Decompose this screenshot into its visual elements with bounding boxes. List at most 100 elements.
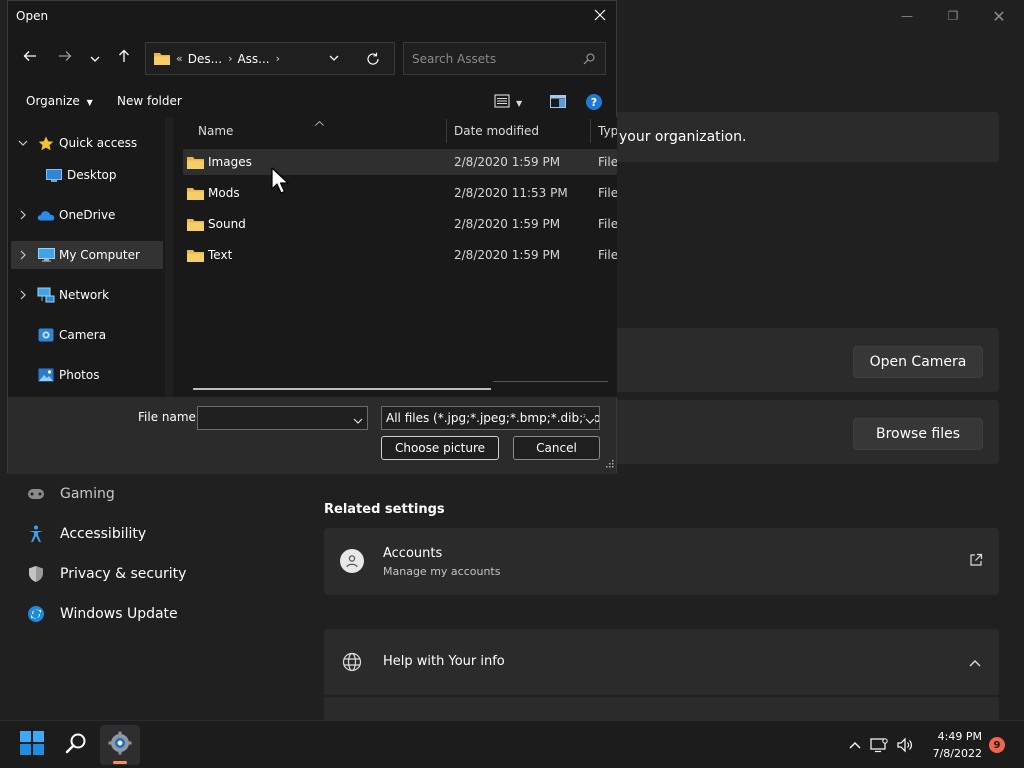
- chevron-right-icon[interactable]: ›: [228, 52, 232, 65]
- help-button[interactable]: ?: [586, 94, 602, 114]
- arrow-left-icon: [23, 50, 37, 66]
- accessibility-icon: [24, 522, 48, 546]
- volume-icon[interactable]: [892, 737, 918, 753]
- gamepad-icon: [24, 482, 48, 506]
- breadcrumb-overflow[interactable]: «: [176, 52, 183, 65]
- clock-time: 4:49 PM: [937, 730, 982, 743]
- chevron-right-icon[interactable]: [17, 209, 29, 221]
- column-separator[interactable]: [446, 119, 447, 143]
- forward-button[interactable]: [54, 47, 76, 69]
- folder-icon: [154, 52, 170, 65]
- chevron-down-icon[interactable]: [17, 137, 29, 149]
- accounts-card[interactable]: Accounts Manage my accounts: [324, 528, 999, 595]
- new-folder-button[interactable]: New folder: [117, 94, 182, 108]
- settings-app-button[interactable]: [100, 725, 140, 765]
- choose-picture-button[interactable]: Choose picture: [381, 436, 499, 460]
- search-input[interactable]: Search Assets: [403, 42, 606, 75]
- organization-banner: your organization.: [613, 112, 999, 162]
- notification-badge[interactable]: 9: [989, 737, 1005, 753]
- dialog-titlebar: Open: [8, 1, 616, 33]
- view-options-button[interactable]: ▼: [494, 94, 522, 112]
- horizontal-scrollbar-track[interactable]: [493, 381, 608, 382]
- arrow-up-icon: [118, 49, 130, 67]
- tree-item-quick-access[interactable]: Quick access: [8, 129, 163, 157]
- close-icon: [594, 9, 606, 25]
- file-name: Sound: [208, 217, 246, 231]
- tree-item-photos[interactable]: Photos: [8, 361, 163, 389]
- pane-splitter[interactable]: [165, 117, 173, 397]
- chevron-up-icon[interactable]: [844, 741, 866, 749]
- nav-item-privacy-security[interactable]: Privacy & security: [24, 556, 186, 592]
- column-header-label: Name: [198, 124, 234, 138]
- tree-item-my-computer[interactable]: My Computer: [11, 241, 163, 269]
- file-name: Mods: [208, 186, 240, 200]
- tree-item-label: OneDrive: [59, 208, 116, 222]
- nav-item-gaming[interactable]: Gaming: [24, 476, 115, 512]
- chevron-down-icon[interactable]: [585, 413, 595, 427]
- file-row-sound[interactable]: Sound 2/8/2020 1:59 PM File folder: [183, 211, 617, 237]
- open-camera-button[interactable]: Open Camera: [853, 346, 983, 378]
- chevron-right-icon[interactable]: ›: [276, 52, 280, 65]
- photos-icon: [37, 367, 55, 383]
- file-type: File folder: [598, 186, 617, 200]
- chevron-down-icon[interactable]: [353, 413, 363, 428]
- help-your-info-card[interactable]: Help with Your info: [324, 629, 999, 695]
- horizontal-scrollbar-thumb[interactable]: [193, 388, 491, 390]
- tree-item-camera[interactable]: Camera: [8, 321, 163, 349]
- cancel-button[interactable]: Cancel: [513, 436, 600, 460]
- tree-item-network[interactable]: Network: [8, 281, 163, 309]
- recent-locations-button[interactable]: [84, 47, 106, 69]
- tree-item-onedrive[interactable]: OneDrive: [8, 201, 163, 229]
- help-title: Help with Your info: [383, 654, 505, 669]
- cloud-icon: [37, 207, 55, 223]
- breadcrumb-item[interactable]: Ass...: [237, 52, 269, 66]
- breadcrumb-item[interactable]: Des...: [188, 52, 222, 66]
- clock[interactable]: 4:49 PM 7/8/2022: [933, 728, 982, 762]
- folder-icon: [187, 249, 204, 262]
- organize-button[interactable]: Organize ▼: [26, 94, 93, 108]
- column-header-date[interactable]: Date modified: [454, 117, 589, 145]
- chevron-up-icon[interactable]: [969, 656, 981, 671]
- dialog-footer: File name: All files (*.jpg;*.jpeg;*.bmp…: [8, 397, 616, 474]
- chevron-right-icon[interactable]: [17, 249, 29, 261]
- preview-pane-button[interactable]: [550, 95, 566, 112]
- dialog-close-button[interactable]: [588, 5, 612, 29]
- chevron-down-icon[interactable]: [329, 55, 339, 61]
- column-header-type[interactable]: Type: [598, 117, 617, 145]
- close-button[interactable]: ✕: [976, 0, 1022, 32]
- address-bar[interactable]: « Des... › Ass... ›: [145, 42, 395, 75]
- search-button[interactable]: [56, 725, 96, 765]
- preview-pane-icon: [550, 95, 566, 112]
- file-row-text[interactable]: Text 2/8/2020 1:59 PM File folder: [183, 242, 617, 268]
- browse-files-button[interactable]: Browse files: [853, 418, 983, 450]
- up-button[interactable]: [113, 47, 135, 69]
- file-type-filter-select[interactable]: All files (*.jpg;*.jpeg;*.bmp;*.dib;*.pn…: [381, 406, 600, 430]
- network-status-icon[interactable]: [866, 737, 892, 753]
- file-name-input[interactable]: [197, 406, 368, 430]
- search-icon: [583, 53, 595, 65]
- computer-icon: [37, 247, 55, 263]
- column-header-name[interactable]: Name: [198, 117, 438, 145]
- nav-item-accessibility[interactable]: Accessibility: [24, 516, 146, 552]
- file-date: 2/8/2020 1:59 PM: [454, 217, 561, 231]
- file-row-images[interactable]: Images 2/8/2020 1:59 PM File folder: [183, 149, 617, 175]
- tree-item-label: Quick access: [59, 136, 138, 150]
- nav-item-label: Gaming: [60, 486, 115, 502]
- file-type: File folder: [598, 155, 617, 169]
- tree-item-label: Desktop: [67, 168, 117, 182]
- column-header-label: Type: [598, 124, 617, 138]
- start-button[interactable]: [12, 725, 52, 765]
- column-separator[interactable]: [590, 119, 591, 143]
- refresh-icon[interactable]: [366, 52, 380, 66]
- active-app-indicator: [113, 761, 127, 764]
- minimize-button[interactable]: —: [884, 0, 930, 32]
- resize-grip-icon[interactable]: [606, 457, 614, 472]
- file-row-mods[interactable]: Mods 2/8/2020 11:53 PM File folder: [183, 180, 617, 206]
- nav-item-windows-update[interactable]: Windows Update: [24, 596, 178, 632]
- back-button[interactable]: [19, 47, 41, 69]
- maximize-button[interactable]: ❐: [930, 0, 976, 32]
- tree-item-desktop[interactable]: Desktop: [8, 161, 163, 189]
- chevron-right-icon[interactable]: [17, 289, 29, 301]
- gear-icon: [108, 731, 132, 759]
- nav-item-label: Windows Update: [60, 606, 178, 622]
